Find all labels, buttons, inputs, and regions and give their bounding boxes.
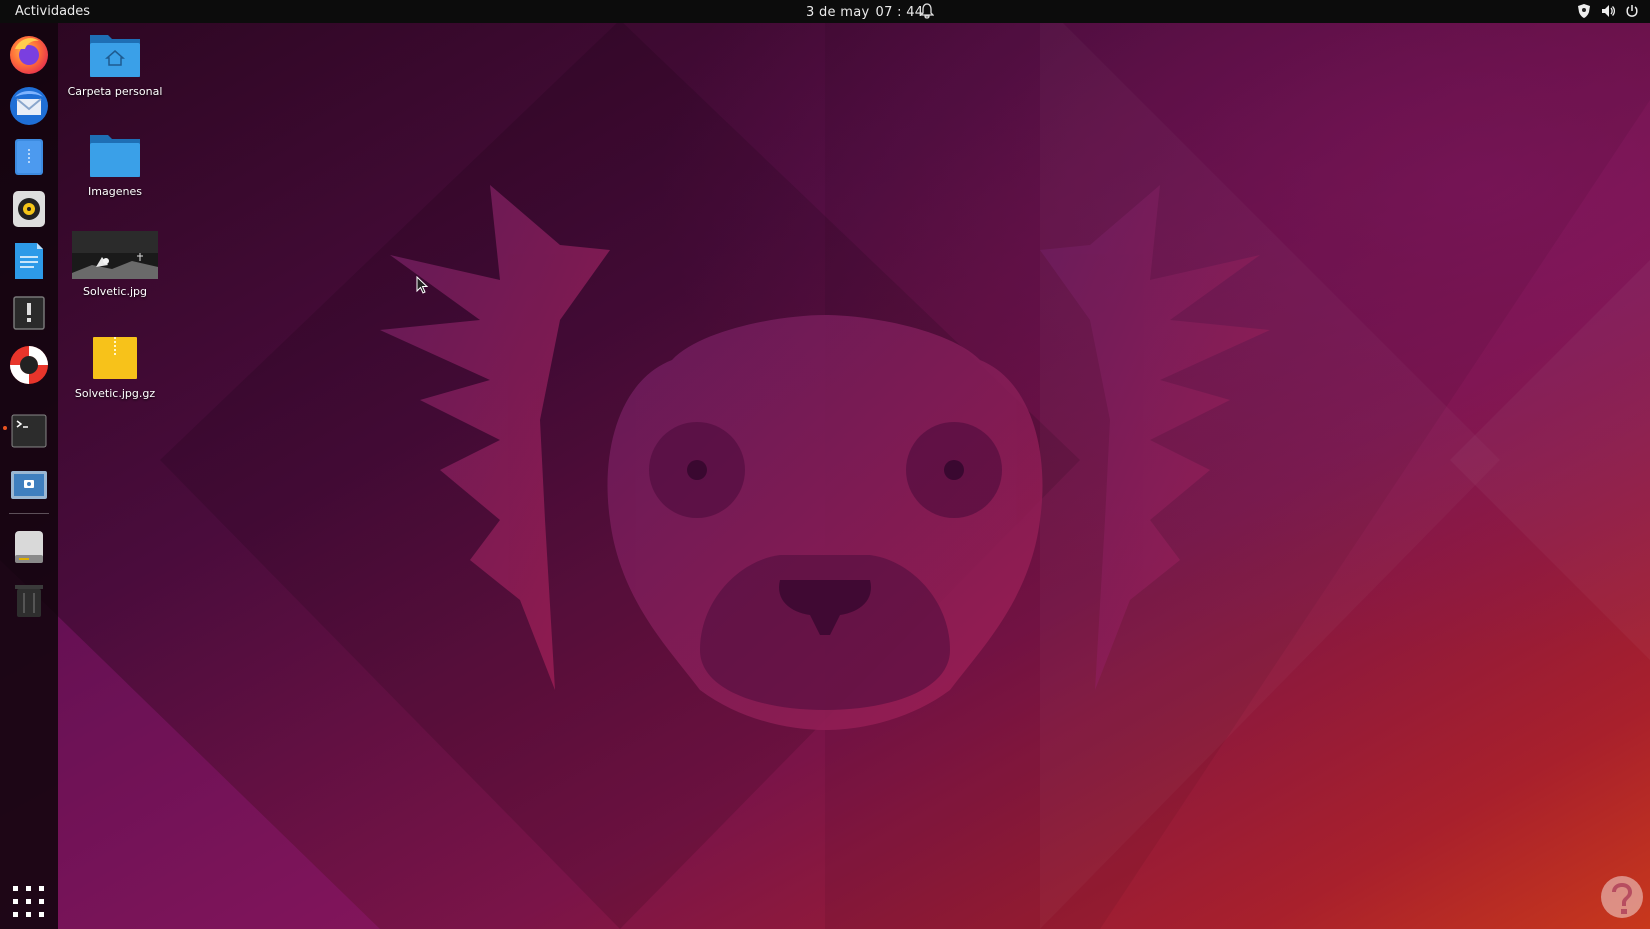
desktop-icon-label: Carpeta personal bbox=[67, 85, 163, 98]
app-grid-icon[interactable] bbox=[11, 884, 47, 920]
watermark-logo bbox=[1601, 876, 1643, 918]
archive-icon bbox=[93, 337, 137, 379]
wallpaper bbox=[0, 0, 1650, 929]
desktop-icon-home[interactable]: Carpeta personal bbox=[60, 29, 170, 98]
files-icon[interactable] bbox=[7, 135, 51, 179]
screenshot-icon[interactable] bbox=[7, 463, 51, 507]
system-tray[interactable] bbox=[1576, 3, 1640, 19]
software-icon[interactable] bbox=[7, 291, 51, 335]
trash-icon[interactable] bbox=[7, 577, 51, 621]
desktop-screen: Actividades 3 de may 07 : 44 Carpeta per… bbox=[0, 0, 1650, 929]
help-icon[interactable] bbox=[7, 343, 51, 387]
clock-time: 07 : 44 bbox=[875, 5, 924, 20]
rhythmbox-icon[interactable] bbox=[7, 187, 51, 231]
drive-icon[interactable] bbox=[7, 525, 51, 569]
firefox-icon[interactable] bbox=[7, 31, 51, 75]
folder-icon bbox=[90, 135, 140, 177]
desktop-icon-solvetic-jpg[interactable]: Solvetic.jpg bbox=[60, 231, 170, 298]
terminal-icon[interactable] bbox=[7, 409, 51, 453]
desktop-icon-imagenes[interactable]: Imagenes bbox=[60, 129, 170, 198]
volume-icon[interactable] bbox=[1600, 3, 1616, 19]
notification-bell-icon[interactable] bbox=[919, 3, 935, 23]
dock-separator bbox=[9, 513, 49, 514]
shield-icon[interactable] bbox=[1576, 3, 1592, 19]
clock-button[interactable]: 3 de may 07 : 44 bbox=[806, 5, 929, 20]
image-thumbnail bbox=[72, 231, 158, 279]
desktop-icon-label: Solvetic.jpg bbox=[83, 285, 147, 298]
activities-button[interactable]: Actividades bbox=[15, 4, 90, 19]
thunderbird-icon[interactable] bbox=[7, 83, 51, 127]
writer-icon[interactable] bbox=[7, 239, 51, 283]
desktop-icon-solvetic-gz[interactable]: Solvetic.jpg.gz bbox=[60, 335, 170, 400]
clock-date: 3 de may bbox=[806, 5, 870, 20]
home-folder-icon bbox=[90, 35, 140, 77]
desktop-icon-label: Imagenes bbox=[88, 185, 142, 198]
power-icon[interactable] bbox=[1624, 3, 1640, 19]
mouse-cursor-icon bbox=[416, 276, 429, 294]
desktop-icon-label: Solvetic.jpg.gz bbox=[74, 387, 156, 400]
dock bbox=[0, 23, 58, 929]
top-bar: Actividades 3 de may 07 : 44 bbox=[0, 0, 1650, 23]
